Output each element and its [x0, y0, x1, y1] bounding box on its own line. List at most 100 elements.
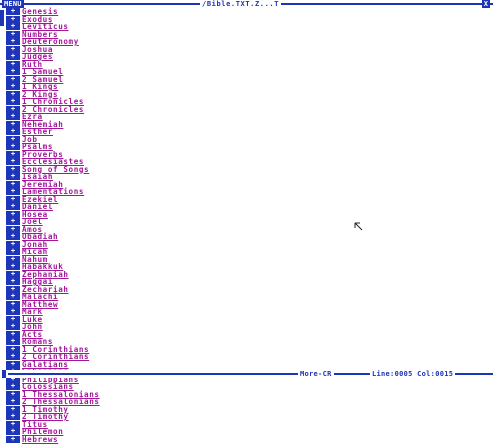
book-link[interactable]: Hebrews — [22, 435, 58, 443]
book-link[interactable]: Ecclesiastes — [22, 158, 84, 166]
book-link[interactable]: Isaiah — [22, 173, 53, 181]
book-link[interactable]: Esther — [22, 128, 53, 136]
expand-toggle-icon[interactable]: + — [6, 218, 20, 225]
list-item[interactable]: + Obadiah — [6, 233, 326, 241]
book-link[interactable]: Deuteronomy — [22, 38, 79, 46]
expand-toggle-icon[interactable]: + — [6, 413, 20, 420]
expand-toggle-icon[interactable]: + — [6, 233, 20, 240]
list-item[interactable]: + Hebrews — [6, 435, 326, 444]
list-item[interactable]: +2 Thessalonians — [6, 398, 326, 406]
expand-toggle-icon[interactable]: + — [6, 188, 20, 195]
expand-toggle-icon[interactable]: + — [6, 23, 20, 30]
book-link[interactable]: Psalms — [22, 143, 53, 151]
expand-toggle-icon[interactable]: + — [6, 68, 20, 75]
expand-toggle-icon[interactable]: + — [6, 383, 20, 390]
book-link[interactable]: Romans — [22, 338, 53, 346]
expand-toggle-icon[interactable]: + — [6, 428, 20, 435]
expand-toggle-icon[interactable]: + — [6, 128, 20, 135]
expand-toggle-icon[interactable]: + — [6, 263, 20, 270]
book-link[interactable]: Malachi — [22, 293, 58, 301]
list-item[interactable]: + Joel — [6, 218, 326, 226]
list-item[interactable]: + Jonah — [6, 240, 326, 249]
list-item[interactable]: +1 Timothy — [6, 405, 326, 414]
list-item[interactable]: + Philemon — [6, 428, 326, 436]
list-item[interactable]: + Song of Songs — [6, 165, 326, 174]
expand-toggle-icon[interactable]: + — [6, 293, 20, 300]
book-link[interactable]: Philemon — [22, 428, 63, 436]
book-link[interactable]: Joel — [22, 218, 43, 226]
book-link[interactable]: Lamentations — [22, 188, 84, 196]
list-item[interactable]: + Matthew — [6, 300, 326, 309]
list-item[interactable]: + Zephaniah — [6, 270, 326, 279]
expand-toggle-icon[interactable]: + — [6, 308, 20, 315]
expand-toggle-icon[interactable]: + — [6, 420, 20, 428]
book-link[interactable]: John — [22, 323, 43, 331]
expand-toggle-icon[interactable]: + — [6, 158, 20, 165]
list-item[interactable]: + Genesis — [6, 8, 326, 16]
book-link[interactable]: Haggai — [22, 278, 53, 286]
expand-toggle-icon[interactable]: + — [6, 353, 20, 360]
expand-toggle-icon[interactable]: + — [6, 435, 20, 443]
book-link[interactable]: 1 Chronicles — [22, 98, 84, 106]
list-item[interactable]: + John — [6, 323, 326, 331]
book-link[interactable]: Leviticus — [22, 23, 69, 31]
expand-toggle-icon[interactable]: + — [6, 98, 20, 105]
expand-toggle-icon[interactable]: + — [6, 143, 20, 150]
expand-toggle-icon[interactable]: + — [6, 203, 20, 210]
book-link[interactable]: 2 Timothy — [22, 413, 69, 421]
book-link[interactable]: 1 Kings — [22, 83, 58, 91]
expand-toggle-icon[interactable]: + — [6, 278, 20, 285]
book-link[interactable]: 1 Timothy — [22, 405, 69, 413]
expand-toggle-icon[interactable]: + — [6, 113, 20, 120]
list-item[interactable]: + Deuteronomy — [6, 38, 326, 46]
list-item[interactable]: +1 Thessalonians — [6, 390, 326, 399]
expand-toggle-icon[interactable]: + — [6, 405, 20, 413]
cursor-position: Line:0005 Col:0015 — [370, 370, 456, 378]
expand-toggle-icon[interactable]: + — [6, 248, 20, 255]
expand-toggle-icon[interactable]: + — [6, 398, 20, 405]
book-link[interactable]: 2 Thessalonians — [22, 398, 100, 406]
status-corner — [2, 370, 6, 378]
expand-toggle-icon[interactable]: + — [6, 173, 20, 180]
list-item[interactable]: + Hosea — [6, 210, 326, 219]
list-item[interactable]: +2 Chronicles — [6, 105, 326, 114]
list-item[interactable]: + Mark — [6, 308, 326, 316]
book-link[interactable]: Titus — [22, 420, 48, 428]
book-link[interactable]: 1 Thessalonians — [22, 390, 100, 398]
expand-toggle-icon[interactable]: + — [6, 323, 20, 330]
book-link[interactable]: Colossians — [22, 383, 74, 391]
list-item[interactable]: + Micah — [6, 248, 326, 256]
book-link[interactable]: Habakkuk — [22, 263, 63, 271]
list-item[interactable]: + Ezekiel — [6, 195, 326, 204]
list-item[interactable]: + Joshua — [6, 45, 326, 54]
list-item[interactable]: +2 Timothy — [6, 413, 326, 421]
list-item[interactable]: + Judges — [6, 53, 326, 61]
book-link[interactable]: Daniel — [22, 203, 53, 211]
book-link[interactable]: 1 Samuel — [22, 68, 63, 76]
list-item[interactable]: + Daniel — [6, 203, 326, 211]
scroll-marker — [0, 10, 4, 26]
list-item[interactable]: + Nehemiah — [6, 120, 326, 129]
book-link[interactable]: Genesis — [22, 8, 58, 16]
book-link[interactable]: Ezra — [22, 113, 43, 121]
more-indicator[interactable]: More-CR — [298, 370, 334, 378]
list-item[interactable]: + Esther — [6, 128, 326, 136]
expand-toggle-icon[interactable]: + — [6, 38, 20, 45]
expand-toggle-icon[interactable]: + — [6, 390, 20, 398]
book-link[interactable]: Mark — [22, 308, 43, 316]
expand-toggle-icon[interactable]: + — [6, 8, 20, 15]
expand-toggle-icon[interactable]: + — [6, 53, 20, 60]
expand-toggle-icon[interactable]: + — [6, 338, 20, 345]
list-item[interactable]: + Job — [6, 135, 326, 144]
close-button[interactable]: X — [481, 0, 490, 8]
list-item[interactable]: + Luke — [6, 315, 326, 324]
title-bar: MENU /Bible.TXT.Z...T X — [0, 0, 493, 8]
list-item[interactable]: + Acts — [6, 330, 326, 339]
book-link[interactable]: Micah — [22, 248, 48, 256]
book-link[interactable]: Judges — [22, 53, 53, 61]
list-item[interactable]: + Colossians — [6, 383, 326, 391]
list-item[interactable]: + Titus — [6, 420, 326, 429]
book-link[interactable]: 2 Corinthians — [22, 353, 89, 361]
book-link[interactable]: Obadiah — [22, 233, 58, 241]
expand-toggle-icon[interactable]: + — [6, 83, 20, 90]
